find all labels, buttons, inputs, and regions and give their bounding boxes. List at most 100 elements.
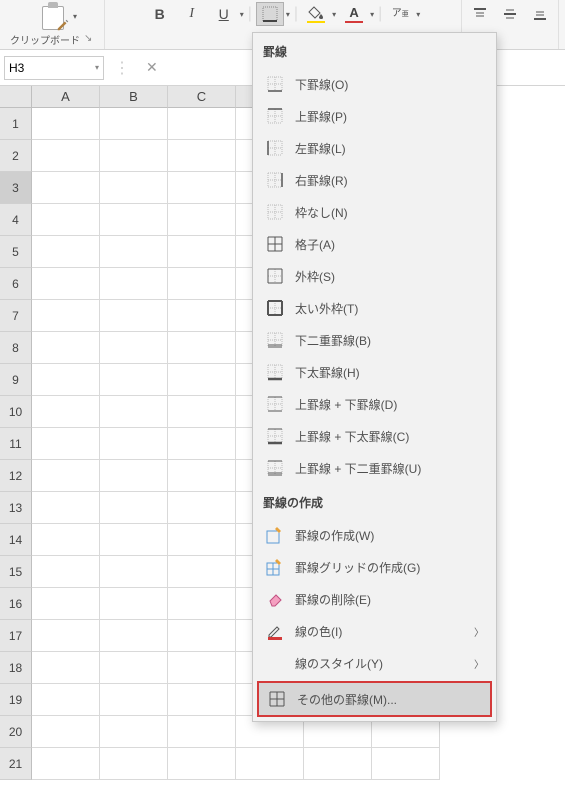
- cell[interactable]: [168, 204, 236, 236]
- menu-item-border-top-bottom[interactable]: 上罫線 + 下罫線(D): [253, 388, 496, 420]
- bold-button[interactable]: B: [146, 2, 174, 26]
- cell[interactable]: [32, 364, 100, 396]
- cell[interactable]: [100, 428, 168, 460]
- align-top-button[interactable]: [466, 2, 494, 26]
- cell[interactable]: [32, 268, 100, 300]
- row-header[interactable]: 3: [0, 172, 32, 204]
- cell[interactable]: [168, 140, 236, 172]
- menu-item-border-none[interactable]: 枠なし(N): [253, 196, 496, 228]
- cell[interactable]: [168, 172, 236, 204]
- menu-item-border-top-thickbottom[interactable]: 上罫線 + 下太罫線(C): [253, 420, 496, 452]
- row-header[interactable]: 8: [0, 332, 32, 364]
- menu-item-border-top[interactable]: 上罫線(P): [253, 100, 496, 132]
- cell[interactable]: [32, 332, 100, 364]
- menu-item-border-outside[interactable]: 外枠(S): [253, 260, 496, 292]
- cell[interactable]: [100, 588, 168, 620]
- menu-item-draw-grid[interactable]: 罫線グリッドの作成(G): [253, 551, 496, 583]
- row-header[interactable]: 2: [0, 140, 32, 172]
- column-header[interactable]: B: [100, 86, 168, 108]
- cell[interactable]: [32, 300, 100, 332]
- cell[interactable]: [100, 748, 168, 780]
- cell[interactable]: [100, 172, 168, 204]
- cell[interactable]: [168, 748, 236, 780]
- cell[interactable]: [100, 460, 168, 492]
- clipboard-dialog-launcher[interactable]: ↘: [84, 33, 98, 47]
- cell[interactable]: [372, 748, 440, 780]
- name-box[interactable]: H3 ▾: [4, 56, 104, 80]
- row-header[interactable]: 14: [0, 524, 32, 556]
- cell[interactable]: [100, 236, 168, 268]
- row-header[interactable]: 18: [0, 652, 32, 684]
- cell[interactable]: [32, 524, 100, 556]
- menu-item-border-thick-bottom[interactable]: 下太罫線(H): [253, 356, 496, 388]
- cell[interactable]: [168, 236, 236, 268]
- cell[interactable]: [168, 300, 236, 332]
- cell[interactable]: [168, 396, 236, 428]
- cell[interactable]: [100, 204, 168, 236]
- menu-item-border-top-dblbottom[interactable]: 上罫線 + 下二重罫線(U): [253, 452, 496, 484]
- cell[interactable]: [168, 332, 236, 364]
- cell[interactable]: [100, 300, 168, 332]
- cell[interactable]: [168, 556, 236, 588]
- cell[interactable]: [100, 652, 168, 684]
- row-header[interactable]: 20: [0, 716, 32, 748]
- row-header[interactable]: 21: [0, 748, 32, 780]
- menu-item-border-right[interactable]: 右罫線(R): [253, 164, 496, 196]
- cell[interactable]: [168, 108, 236, 140]
- cell[interactable]: [100, 524, 168, 556]
- fill-dropdown[interactable]: ▾: [332, 10, 336, 19]
- cell[interactable]: [32, 492, 100, 524]
- align-bot-button[interactable]: [526, 2, 554, 26]
- cell[interactable]: [32, 716, 100, 748]
- menu-item-border-all[interactable]: 格子(A): [253, 228, 496, 260]
- cell[interactable]: [168, 716, 236, 748]
- cell[interactable]: [32, 748, 100, 780]
- row-header[interactable]: 15: [0, 556, 32, 588]
- menu-item-pen-color[interactable]: 線の色(I)〉: [253, 615, 496, 647]
- more-borders-item[interactable]: その他の罫線(M)...: [257, 681, 492, 717]
- cell[interactable]: [100, 716, 168, 748]
- paste-dropdown[interactable]: ▾: [73, 12, 77, 21]
- cell[interactable]: [32, 172, 100, 204]
- menu-item-border-bottom[interactable]: 下罫線(O): [253, 68, 496, 100]
- cell[interactable]: [32, 684, 100, 716]
- column-header[interactable]: C: [168, 86, 236, 108]
- cell[interactable]: [168, 588, 236, 620]
- cell[interactable]: [32, 556, 100, 588]
- row-header[interactable]: 10: [0, 396, 32, 428]
- row-header[interactable]: 9: [0, 364, 32, 396]
- cell[interactable]: [168, 364, 236, 396]
- row-header[interactable]: 4: [0, 204, 32, 236]
- cell[interactable]: [32, 588, 100, 620]
- row-header[interactable]: 7: [0, 300, 32, 332]
- cell[interactable]: [168, 652, 236, 684]
- cell[interactable]: [100, 268, 168, 300]
- italic-button[interactable]: I: [178, 2, 206, 26]
- cell[interactable]: [100, 364, 168, 396]
- chevron-down-icon[interactable]: ▾: [95, 63, 99, 72]
- cell[interactable]: [100, 332, 168, 364]
- row-header[interactable]: 16: [0, 588, 32, 620]
- cell[interactable]: [168, 428, 236, 460]
- select-all-corner[interactable]: [0, 86, 32, 108]
- row-header[interactable]: 5: [0, 236, 32, 268]
- menu-item-draw-border[interactable]: 罫線の作成(W): [253, 519, 496, 551]
- row-header[interactable]: 1: [0, 108, 32, 140]
- cell[interactable]: [168, 460, 236, 492]
- cell[interactable]: [100, 492, 168, 524]
- formula-cancel-button[interactable]: ✕: [146, 59, 158, 76]
- cell[interactable]: [32, 396, 100, 428]
- fontcolor-dropdown[interactable]: ▾: [370, 10, 374, 19]
- column-header[interactable]: A: [32, 86, 100, 108]
- cell[interactable]: [32, 652, 100, 684]
- row-header[interactable]: 12: [0, 460, 32, 492]
- cell[interactable]: [32, 204, 100, 236]
- menu-item-border-thick[interactable]: 太い外枠(T): [253, 292, 496, 324]
- cell[interactable]: [32, 428, 100, 460]
- cell[interactable]: [304, 748, 372, 780]
- borders-button[interactable]: [256, 2, 284, 26]
- row-header[interactable]: 11: [0, 428, 32, 460]
- cell[interactable]: [168, 524, 236, 556]
- cell[interactable]: [236, 748, 304, 780]
- menu-item-border-left[interactable]: 左罫線(L): [253, 132, 496, 164]
